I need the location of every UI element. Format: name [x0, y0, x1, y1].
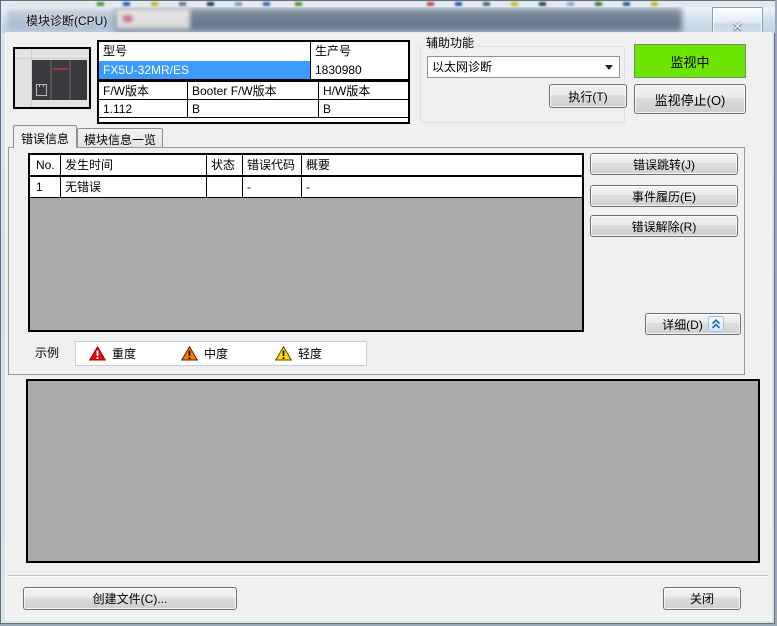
- error-table: No. 发生时间 状态 错误代码 概要 1 无错误 - -: [28, 153, 584, 332]
- hw-value: B: [319, 100, 408, 117]
- cell-summary: -: [302, 177, 582, 197]
- monitoring-status-indicator: 监视中: [634, 44, 746, 78]
- error-clear-button[interactable]: 错误解除(R): [590, 215, 738, 237]
- create-file-label: 创建文件(C)...: [93, 590, 168, 607]
- error-jump-button[interactable]: 错误跳转(J): [590, 153, 738, 175]
- serial-header: 生产号: [311, 42, 408, 61]
- detail-label: 详细(D): [662, 316, 703, 333]
- legend-moderate-label: 中度: [204, 345, 228, 362]
- plc-seam: [69, 60, 71, 100]
- chevron-up-icon: [708, 316, 724, 332]
- cell-code: -: [243, 177, 302, 197]
- monitor-stop-label: 监视停止(O): [655, 90, 726, 109]
- col-code: 错误代码: [243, 155, 302, 175]
- severity-legend: 重度 中度 轻度: [75, 341, 367, 366]
- table-row[interactable]: 1 无错误 - -: [30, 177, 582, 198]
- version-value-row: 1.112 B B: [99, 99, 408, 118]
- cell-time: 无错误: [61, 177, 207, 197]
- legend-item-severe: 重度: [89, 342, 136, 365]
- fw-value: 1.112: [99, 100, 188, 117]
- col-no: No.: [30, 155, 61, 175]
- aux-function-dropdown[interactable]: 以太网诊断: [427, 56, 620, 78]
- titlebar[interactable]: 模块诊断(CPU): [2, 7, 775, 33]
- model-header: 型号: [99, 42, 311, 61]
- dialog-close-label: 关闭: [690, 590, 714, 607]
- model-value-selected[interactable]: FX5U-32MR/ES: [99, 61, 311, 79]
- chevron-down-icon: [605, 65, 613, 70]
- booter-value: B: [188, 100, 319, 117]
- background-toolbar-icons: [97, 2, 104, 6]
- event-history-button[interactable]: 事件履历(E): [590, 185, 738, 207]
- legend-minor-label: 轻度: [298, 345, 322, 362]
- legend-item-minor: 轻度: [275, 342, 322, 365]
- col-time: 发生时间: [61, 155, 207, 175]
- dialog-close-button[interactable]: 关闭: [663, 587, 741, 610]
- fw-header: F/W版本: [99, 82, 188, 99]
- plc-unit-graphic: [32, 60, 87, 100]
- plc-seam: [50, 60, 52, 100]
- severe-warning-icon: [89, 346, 106, 361]
- tab-module-info-list[interactable]: 模块信息一览: [77, 128, 163, 148]
- aux-function-label: 辅助功能: [423, 34, 477, 51]
- cpu-module-image: [13, 47, 91, 109]
- event-history-label: 事件履历(E): [632, 188, 696, 205]
- booter-header: Booter F/W版本: [188, 82, 319, 99]
- aux-function-selected: 以太网诊断: [432, 60, 492, 74]
- info-value-row[interactable]: FX5U-32MR/ES 1830980: [99, 61, 408, 80]
- monitoring-status-label: 监视中: [670, 52, 709, 71]
- window-title: 模块诊断(CPU): [26, 12, 107, 29]
- port-notch: [39, 84, 44, 87]
- execute-button[interactable]: 执行(T): [549, 84, 627, 108]
- ethernet-port-icon: [36, 84, 47, 96]
- legend-severe-label: 重度: [112, 345, 136, 362]
- cell-status: [207, 177, 243, 197]
- dialog-client-area: 型号 生产号 FX5U-32MR/ES 1830980 F/W版本 Booter…: [6, 33, 771, 620]
- detail-toggle-button[interactable]: 详细(D): [645, 313, 741, 335]
- module-diagnostics-dialog: 模块诊断(CPU) ✕ 型号 生产号 FX5U-32MR/ES 1830980: [0, 0, 775, 624]
- detail-content-pane: [26, 379, 760, 563]
- create-file-button[interactable]: 创建文件(C)...: [23, 587, 237, 610]
- aero-glass-overlay: [2, 7, 775, 33]
- image-grid-line: [15, 58, 89, 59]
- moderate-warning-icon: [181, 346, 198, 361]
- serial-value: 1830980: [311, 61, 408, 79]
- monitor-stop-button[interactable]: 监视停止(O): [634, 84, 746, 114]
- info-header-row: 型号 生产号: [99, 42, 408, 61]
- legend-label: 示例: [35, 344, 59, 361]
- col-status: 状态: [207, 155, 243, 175]
- hw-header: H/W版本: [319, 82, 408, 99]
- execute-button-label: 执行(T): [568, 88, 607, 105]
- error-clear-label: 错误解除(R): [632, 218, 697, 235]
- error-jump-label: 错误跳转(J): [633, 156, 695, 173]
- footer-separator: [8, 575, 768, 577]
- module-info-table: 型号 生产号 FX5U-32MR/ES 1830980 F/W版本 Booter…: [97, 40, 410, 124]
- version-header-row: F/W版本 Booter F/W版本 H/W版本: [99, 80, 408, 99]
- tab-error-info[interactable]: 错误信息: [13, 125, 77, 148]
- legend-item-moderate: 中度: [181, 342, 228, 365]
- plc-led-line: [53, 68, 68, 70]
- col-summary: 概要: [302, 155, 582, 175]
- error-table-header: No. 发生时间 状态 错误代码 概要: [30, 155, 582, 177]
- minor-warning-icon: [275, 346, 292, 361]
- cell-no: 1: [30, 177, 61, 197]
